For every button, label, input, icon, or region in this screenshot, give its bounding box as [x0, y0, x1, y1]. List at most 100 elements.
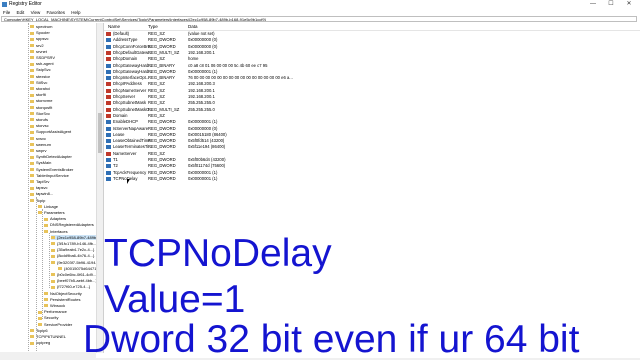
tree-item[interactable]: swenum [30, 142, 51, 147]
tree-item[interactable]: {3f1fc1789-b146-4fb...} [51, 241, 98, 246]
tree-item[interactable]: SupportAssistAgent [30, 129, 71, 134]
value-row[interactable]: AddressType REG_DWORD 0x00000000 (0) [104, 37, 640, 43]
tree-item[interactable]: {9e3203f7-5b96-4194-...} [51, 260, 101, 265]
tree-item-label: StorSvc [36, 110, 51, 116]
tree-item[interactable]: NsiObjectSecurity [44, 291, 82, 296]
menu-help[interactable]: Help [71, 10, 80, 15]
column-type-header[interactable]: Type [148, 23, 158, 30]
minimize-button[interactable]: — [584, 0, 602, 9]
menu-edit[interactable]: Edit [17, 10, 25, 15]
folder-icon [30, 118, 34, 122]
menu-view[interactable]: View [31, 10, 41, 15]
tree-item[interactable]: storqosflt [30, 105, 52, 110]
overlay-caption-line1: TCPNoDelay [104, 232, 332, 275]
tree-item[interactable]: {f727f60-e725-4...} [51, 284, 90, 289]
tree-item[interactable]: Linkage [38, 204, 58, 209]
tree-item[interactable]: swprv [30, 148, 46, 153]
tree-item[interactable]: Winsock [44, 303, 65, 308]
value-type: REG_SZ [148, 31, 165, 36]
value-row[interactable]: DhcpInterfaceOpt... REG_BINARY 76 00 00 00… [104, 75, 640, 81]
value-row[interactable]: DhcpSubnetMask REG_SZ 255.255.255.0 [104, 100, 640, 106]
tree-item-label: srvnet [36, 48, 47, 54]
value-row[interactable]: IsServerNapAware REG_DWORD 0x00000000 (0) [104, 126, 640, 132]
tree-item[interactable]: srv2 [30, 43, 44, 48]
menu-favorites[interactable]: Favorites [47, 10, 66, 15]
tree-item[interactable]: storvsc [30, 123, 49, 128]
value-row[interactable]: T1 REG_DWORD 0x5f00b6d4 (43200) [104, 157, 640, 163]
tree-item[interactable]: {40015075d64471...} [58, 266, 101, 271]
tree-item[interactable]: storflt [30, 92, 46, 97]
value-row[interactable]: DhcpDefaultGatew... REG_MULTI_SZ 192.168.2… [104, 50, 640, 56]
value-row[interactable]: DhcpDomain REG_SZ home [104, 56, 640, 62]
value-row[interactable]: DhcpGatewayHard... REG_BINARY c0 a8 c8 01 … [104, 63, 640, 69]
value-row[interactable]: DhcpGatewayHard... REG_DWORD 0x00000001 (1… [104, 69, 640, 75]
tree-item[interactable]: {35a9eab4-7e2c-4...} [51, 247, 94, 252]
key-tree[interactable]: spectrum Spooler sppsvc srv2 srvnet SSDPSRV ss… [0, 23, 104, 353]
address-bar[interactable]: Computer\HKEY_LOCAL_MACHINE\SYSTEM\Curre… [1, 16, 637, 22]
menu-file[interactable]: File [3, 10, 10, 15]
tree-item[interactable]: svsvc [30, 136, 46, 141]
column-data-header[interactable]: Data [188, 23, 198, 30]
tree-item[interactable]: sppsvc [30, 36, 48, 41]
value-row[interactable]: LeaseObtainedTime REG_DWORD 0x5f0fd514 (43… [104, 138, 640, 144]
tree-item-label: Winsock [50, 303, 66, 308]
tree-item[interactable]: tapwin8... [30, 191, 53, 196]
tree-item[interactable]: TabletInputService [30, 173, 69, 178]
tree-item[interactable]: {b0c0e6bc-0f61-4d9...} [51, 272, 97, 277]
tree-item[interactable]: StiSvc [30, 80, 47, 85]
value-row[interactable]: Domain REG_SZ [104, 113, 640, 119]
tree-item[interactable]: tcpipreg [30, 340, 50, 345]
tree-item[interactable]: storufs [30, 117, 48, 122]
value-data: 192.168.200.1 [188, 87, 215, 93]
value-row[interactable]: DhcpIPAddress REG_SZ 192.168.200.3 [104, 81, 640, 87]
tree-item[interactable]: Adapters [44, 216, 66, 221]
tree-item[interactable]: DNSRegisteredAdapters [44, 222, 94, 227]
tree-item[interactable]: Tcpip6 [30, 328, 48, 333]
tree-item[interactable]: storahci [30, 86, 50, 91]
tree-item[interactable]: Tcpip [30, 198, 45, 203]
value-row[interactable]: (Default) REG_SZ (value not set) [104, 31, 640, 37]
maximize-button[interactable]: ☐ [602, 0, 620, 9]
tree-item[interactable]: stornvme [30, 98, 52, 103]
tree-vertical-scrollbar[interactable] [96, 23, 103, 353]
tree-item[interactable]: tapsvc [30, 185, 48, 190]
column-name-header[interactable]: Name [108, 23, 120, 30]
value-row[interactable]: DhcpConnForceBro... REG_DWORD 0x00000000 (… [104, 44, 640, 50]
tree-item[interactable]: Spooler [30, 30, 50, 35]
tree-item[interactable]: {2ec1c958-89b7-489b-...} [51, 234, 103, 240]
value-type: REG_SZ [148, 56, 165, 62]
value-data: (value not set) [188, 31, 215, 36]
value-row[interactable]: TCPNoDelay REG_DWORD 0x00000001 (1) [104, 176, 640, 182]
value-type: REG_SZ [148, 87, 165, 93]
tree-item[interactable]: srvnet [30, 49, 47, 54]
tree-item[interactable]: SystemEventsBroker [30, 167, 73, 172]
tree-item[interactable]: SynthDetectAdapter [30, 154, 72, 159]
tree-item[interactable]: StorSvc [30, 111, 50, 116]
tree-item[interactable]: stexstor [30, 74, 50, 79]
value-row[interactable]: EnableDHCP REG_DWORD 0x00000001 (1) [104, 119, 640, 125]
tree-item[interactable]: PersistentRoutes [44, 297, 80, 302]
scrollbar-thumb[interactable] [98, 113, 102, 153]
folder-icon [51, 236, 55, 240]
value-row[interactable]: Lease REG_DWORD 0x00015180 (86400) [104, 132, 640, 138]
tree-item[interactable]: SSDPSRV [30, 55, 55, 60]
value-row[interactable]: DhcpServer REG_SZ 192.168.200.1 [104, 94, 640, 100]
value-row[interactable]: NameServer REG_SZ [104, 151, 640, 157]
tree-item[interactable]: {8cdd9ba6-4b76-4...} [51, 253, 94, 258]
tree-item[interactable]: SysMain [30, 160, 51, 165]
value-row[interactable]: DhcpSubnetMaskO... REG_MULTI_SZ 255.255.25… [104, 107, 640, 113]
folder-icon [51, 279, 55, 283]
tree-item[interactable]: ssh-agent [30, 61, 54, 66]
tree-item[interactable]: spectrum [30, 24, 52, 29]
value-row[interactable]: TcpAckFrequency REG_DWORD 0x00000001 (1) [104, 170, 640, 176]
tree-item[interactable]: ServiceProvider [38, 322, 72, 327]
tree-item[interactable]: TapiSrv [30, 179, 49, 184]
value-row[interactable]: LeaseTerminatesTi... REG_DWORD 0x5f11e194 … [104, 144, 640, 150]
tree-item[interactable]: Interfaces [44, 229, 68, 234]
tree-item[interactable]: SstpSvc [30, 67, 51, 72]
close-button[interactable]: ✕ [620, 0, 638, 9]
value-row[interactable]: T2 REG_DWORD 0x5f01174d (75600) [104, 163, 640, 169]
value-row[interactable]: DhcpNameServer REG_SZ 192.168.200.1 [104, 88, 640, 94]
tree-item[interactable]: {beef07b5-aebf-4bb...} [51, 278, 97, 283]
title-bar: Registry Editor — ☐ ✕ [0, 0, 640, 9]
